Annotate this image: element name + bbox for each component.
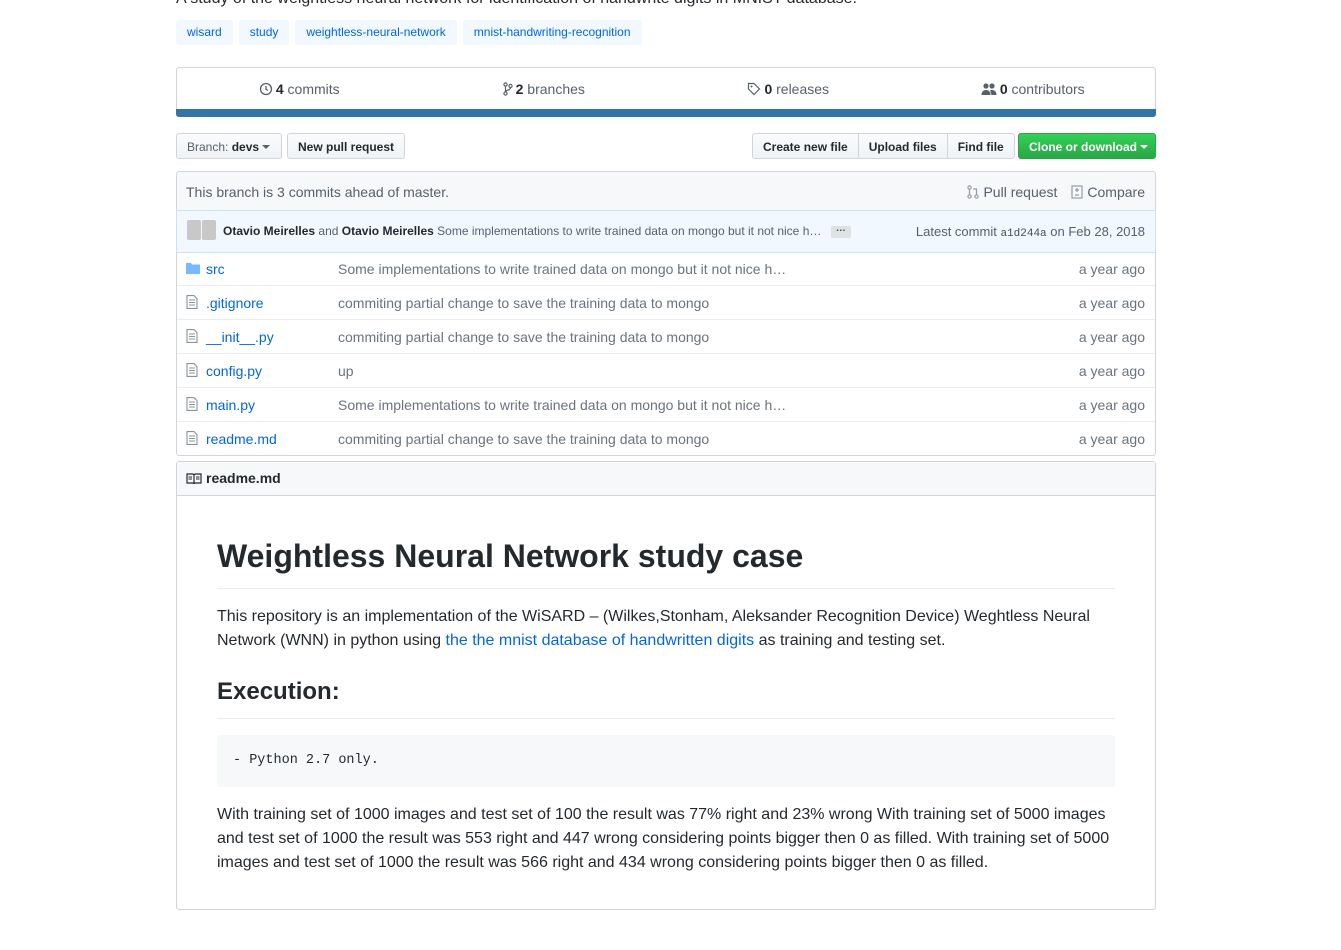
topic-tag[interactable]: wisard bbox=[176, 20, 233, 45]
mnist-link[interactable]: the the mnist database of handwritten di… bbox=[446, 632, 755, 649]
table-row: __init__.py commiting partial change to … bbox=[177, 319, 1155, 353]
topic-tag[interactable]: weightless-neural-network bbox=[295, 20, 457, 45]
commit-authors: Otavio Meirelles and Otavio Meirelles So… bbox=[223, 223, 851, 238]
releases-link[interactable]: 0 releases bbox=[666, 68, 911, 109]
branch-select-button[interactable]: Branch: devs bbox=[176, 133, 282, 159]
repo-description: A study of the weightless neural network… bbox=[176, 0, 857, 8]
find-file-button[interactable]: Find file bbox=[946, 133, 1015, 159]
file-age: a year ago bbox=[1078, 329, 1145, 345]
table-row: main.py Some implementations to write tr… bbox=[177, 387, 1155, 421]
table-row: readme.md commiting partial change to sa… bbox=[177, 421, 1155, 455]
compare-link[interactable]: Compare bbox=[1071, 184, 1145, 200]
file-age: a year ago bbox=[1078, 295, 1145, 311]
latest-commit-bar: Otavio Meirelles and Otavio Meirelles So… bbox=[176, 210, 1156, 253]
file-icon bbox=[186, 329, 198, 343]
branch-ahead-message: This branch is 3 commits ahead of master… bbox=[186, 184, 449, 200]
branch-infobar: This branch is 3 commits ahead of master… bbox=[176, 171, 1156, 211]
file-name-link[interactable]: main.py bbox=[206, 397, 255, 413]
upload-files-button[interactable]: Upload files bbox=[857, 133, 948, 159]
git-pull-request-icon bbox=[967, 185, 980, 199]
readme-filename: readme.md bbox=[206, 470, 281, 486]
table-row: config.py up a year ago bbox=[177, 353, 1155, 387]
readme-panel: readme.md Weightless Neural Network stud… bbox=[176, 461, 1156, 910]
avatar[interactable] bbox=[187, 220, 217, 240]
branches-link[interactable]: 2 branches bbox=[422, 68, 667, 109]
file-age: a year ago bbox=[1078, 431, 1145, 447]
clone-or-download-button[interactable]: Clone or download bbox=[1018, 133, 1156, 159]
commit-message-link[interactable]: Some implementations to write trained da… bbox=[437, 224, 821, 238]
history-icon bbox=[259, 82, 272, 96]
file-commit-message[interactable]: up bbox=[338, 363, 354, 379]
file-icon bbox=[186, 363, 198, 377]
readme-header: readme.md bbox=[177, 462, 1155, 496]
commit-sha-link[interactable]: a1d244a bbox=[1000, 228, 1046, 240]
readme-results: With training set of 1000 images and tes… bbox=[217, 806, 1110, 872]
file-age: a year ago bbox=[1078, 397, 1145, 413]
file-commit-message[interactable]: commiting partial change to save the tra… bbox=[338, 431, 709, 447]
contributors-link[interactable]: 0 contributors bbox=[911, 68, 1156, 109]
file-name-link[interactable]: __init__.py bbox=[206, 329, 274, 345]
topic-tag[interactable]: mnist-handwriting-recognition bbox=[462, 20, 642, 45]
file-age: a year ago bbox=[1078, 363, 1145, 379]
topic-tag[interactable]: study bbox=[238, 20, 290, 45]
readme-intro: This repository is an implementation of … bbox=[217, 608, 1090, 650]
new-pull-request-button[interactable]: New pull request bbox=[287, 133, 405, 159]
code-block: - Python 2.7 only. bbox=[217, 735, 1115, 788]
diff-icon bbox=[1071, 185, 1084, 199]
people-icon bbox=[981, 83, 997, 95]
file-icon bbox=[186, 431, 198, 445]
file-commit-message[interactable]: commiting partial change to save the tra… bbox=[338, 329, 709, 345]
pull-request-link[interactable]: Pull request bbox=[967, 184, 1057, 200]
file-actions-group: Create new file Upload files Find file bbox=[752, 133, 1015, 159]
caret-down-icon bbox=[262, 145, 271, 149]
topics-list: wisard study weightless-neural-network m… bbox=[176, 20, 642, 45]
caret-down-icon bbox=[1140, 145, 1148, 149]
file-age: a year ago bbox=[1078, 261, 1145, 277]
file-name-link[interactable]: .gitignore bbox=[206, 295, 264, 311]
table-row: src Some implementations to write traine… bbox=[177, 252, 1155, 285]
table-row: .gitignore commiting partial change to s… bbox=[177, 285, 1155, 319]
author-link[interactable]: Otavio Meirelles bbox=[342, 224, 434, 238]
folder-icon bbox=[186, 263, 200, 274]
file-icon bbox=[186, 397, 198, 411]
language-bar[interactable] bbox=[176, 109, 1156, 117]
file-list: src Some implementations to write traine… bbox=[176, 252, 1156, 456]
readme-title: Weightless Neural Network study case bbox=[217, 537, 1115, 590]
author-link[interactable]: Otavio Meirelles bbox=[223, 224, 315, 238]
file-commit-message[interactable]: Some implementations to write trained da… bbox=[338, 397, 786, 413]
create-new-file-button[interactable]: Create new file bbox=[752, 133, 859, 159]
latest-commit-info: Latest commit a1d244a on Feb 28, 2018 bbox=[915, 224, 1145, 240]
expand-commit-button[interactable]: … bbox=[830, 223, 851, 238]
readme-content: Weightless Neural Network study case Thi… bbox=[217, 537, 1115, 875]
file-commit-message[interactable]: Some implementations to write trained da… bbox=[338, 261, 786, 277]
git-branch-icon bbox=[502, 82, 513, 96]
tag-icon bbox=[748, 82, 761, 96]
commits-link[interactable]: 4 commits bbox=[177, 68, 422, 109]
file-name-link[interactable]: readme.md bbox=[206, 431, 277, 447]
book-icon bbox=[186, 473, 202, 485]
file-icon bbox=[186, 295, 198, 309]
file-name-link[interactable]: src bbox=[206, 261, 225, 277]
file-commit-message[interactable]: commiting partial change to save the tra… bbox=[338, 295, 709, 311]
file-name-link[interactable]: config.py bbox=[206, 363, 262, 379]
execution-heading: Execution: bbox=[217, 677, 1115, 720]
